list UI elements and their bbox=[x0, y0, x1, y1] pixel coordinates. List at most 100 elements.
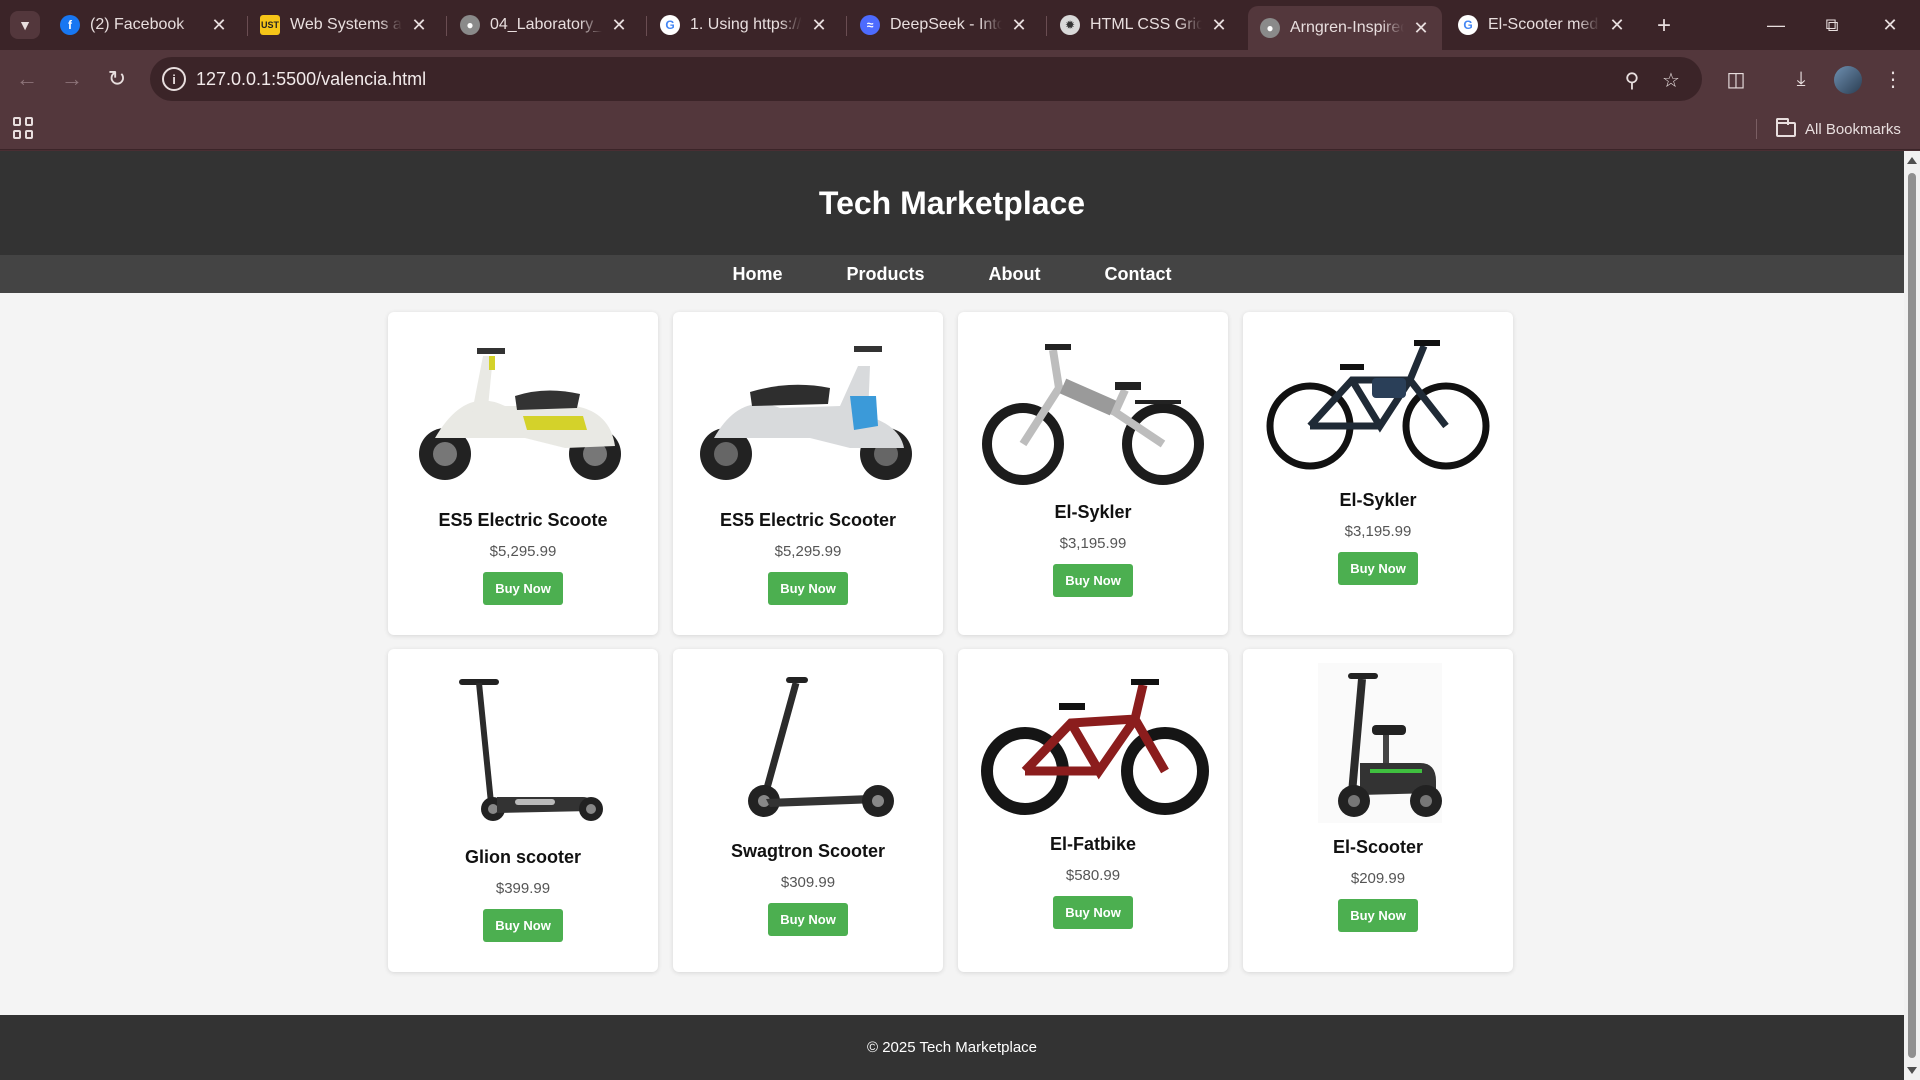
buy-now-button[interactable]: Buy Now bbox=[1338, 899, 1418, 932]
more-menu-icon[interactable]: ⋮ bbox=[1879, 65, 1907, 93]
tab-arngren-active[interactable]: ● Arngren-Inspired Marketplace ✕ bbox=[1248, 6, 1442, 50]
close-icon[interactable]: ✕ bbox=[1208, 14, 1230, 36]
extensions-icon[interactable]: ◫ bbox=[1722, 65, 1750, 93]
site-header: Tech Marketplace bbox=[0, 151, 1904, 255]
tab-title: Arngren-Inspired Marketplace bbox=[1290, 19, 1404, 36]
reload-button[interactable]: ↻ bbox=[102, 64, 132, 94]
nav-link-contact[interactable]: Contact bbox=[1105, 264, 1172, 285]
buy-now-button[interactable]: Buy Now bbox=[768, 572, 848, 605]
product-name: ES5 Electric Scoote bbox=[438, 510, 608, 530]
minimize-icon: — bbox=[1767, 14, 1785, 35]
scroll-up-icon[interactable] bbox=[1907, 157, 1917, 164]
page-viewport: Tech Marketplace Home Products About Con… bbox=[0, 151, 1904, 1080]
product-name: Swagtron Scooter bbox=[730, 841, 886, 861]
product-price: $399.99 bbox=[495, 880, 551, 897]
globe-icon: ● bbox=[1260, 18, 1280, 38]
tab-using-https[interactable]: G 1. Using https://www ✕ bbox=[648, 8, 840, 42]
product-name: El-Sykler bbox=[1339, 490, 1417, 510]
close-icon[interactable]: ✕ bbox=[808, 14, 830, 36]
new-tab-button[interactable]: + bbox=[1650, 12, 1678, 40]
tab-title: (2) Facebook bbox=[90, 16, 185, 33]
footer-text: © 2025 Tech Marketplace bbox=[866, 1039, 1038, 1056]
buy-now-button[interactable]: Buy Now bbox=[1338, 552, 1418, 585]
tab-search-button[interactable]: ▼ bbox=[10, 11, 40, 39]
tab-laboratory[interactable]: ● 04_Laboratory_Exercise ✕ bbox=[448, 8, 640, 42]
site-nav: Home Products About Contact bbox=[0, 255, 1904, 293]
nav-link-products[interactable]: Products bbox=[847, 264, 925, 285]
tab-deepseek[interactable]: ≈ DeepSeek - Into the Unknown ✕ bbox=[848, 8, 1040, 42]
plus-icon: + bbox=[1656, 12, 1671, 39]
product-card: El-Sykler $3,195.99 Buy Now bbox=[1243, 312, 1513, 635]
tab-web-systems[interactable]: UST Web Systems and Technologies ✕ bbox=[248, 8, 440, 42]
close-icon[interactable]: ✕ bbox=[408, 14, 430, 36]
buy-now-button[interactable]: Buy Now bbox=[483, 909, 563, 942]
folder-icon bbox=[1776, 117, 1796, 137]
product-price: $309.99 bbox=[780, 874, 836, 891]
product-price: $5,295.99 bbox=[489, 543, 557, 560]
tab-title: El-Scooter med sete bbox=[1488, 16, 1600, 33]
address-bar[interactable]: i 127.0.0.1:5500/valencia.html ⚲ ☆ bbox=[150, 57, 1702, 101]
apps-grid-icon[interactable] bbox=[13, 117, 35, 139]
seated-scooter-icon bbox=[1260, 663, 1496, 823]
site-title: Tech Marketplace bbox=[818, 184, 1086, 221]
buy-now-button[interactable]: Buy Now bbox=[1053, 896, 1133, 929]
close-icon[interactable]: ✕ bbox=[1606, 14, 1628, 36]
url-text[interactable]: 127.0.0.1:5500/valencia.html bbox=[196, 69, 426, 90]
product-name: El-Fatbike bbox=[1049, 834, 1137, 854]
star-icon[interactable]: ☆ bbox=[1658, 67, 1684, 93]
google-icon: G bbox=[660, 15, 680, 35]
download-icon[interactable]: ⤓ bbox=[1787, 65, 1815, 93]
product-card: ES5 Electric Scoote $5,295.99 Buy Now bbox=[388, 312, 658, 635]
kick-scooter-icon bbox=[405, 663, 641, 833]
product-name: El-Sykler bbox=[1054, 502, 1132, 522]
arrow-right-icon: → bbox=[61, 66, 83, 91]
product-price: $3,195.99 bbox=[1344, 523, 1412, 540]
nav-link-home[interactable]: Home bbox=[732, 264, 782, 285]
buy-now-button[interactable]: Buy Now bbox=[483, 572, 563, 605]
scroll-thumb[interactable] bbox=[1908, 173, 1916, 1058]
kick-scooter-icon bbox=[690, 663, 926, 827]
product-card: Swagtron Scooter $309.99 Buy Now bbox=[673, 649, 943, 972]
tab-el-scooter[interactable]: G El-Scooter med sete ✕ bbox=[1446, 8, 1638, 42]
tab-css-grid[interactable]: ✹ HTML CSS Grid Layout ✕ bbox=[1048, 8, 1240, 42]
buy-now-button[interactable]: Buy Now bbox=[1053, 564, 1133, 597]
restore-button[interactable]: ⧉ bbox=[1812, 10, 1852, 40]
vertical-scrollbar[interactable] bbox=[1904, 151, 1920, 1080]
profile-avatar[interactable] bbox=[1834, 66, 1862, 94]
product-card: Glion scooter $399.99 Buy Now bbox=[388, 649, 658, 972]
product-card: El-Scooter $209.99 Buy Now bbox=[1243, 649, 1513, 972]
product-card: El-Fatbike $580.99 Buy Now bbox=[958, 649, 1228, 972]
product-name: Glion scooter bbox=[464, 847, 581, 867]
back-button[interactable]: ← bbox=[12, 64, 42, 94]
globe-icon: ● bbox=[460, 15, 480, 35]
product-price: $580.99 bbox=[1065, 867, 1121, 884]
close-icon[interactable]: ✕ bbox=[608, 14, 630, 36]
site-footer: © 2025 Tech Marketplace bbox=[0, 1015, 1904, 1080]
site-info-icon[interactable]: i bbox=[162, 67, 186, 91]
zoom-icon[interactable]: ⚲ bbox=[1619, 67, 1645, 93]
tab-title: Web Systems and Technologies bbox=[290, 16, 402, 33]
product-price: $5,295.99 bbox=[774, 543, 842, 560]
mountain-ebike-icon bbox=[1260, 326, 1496, 476]
forward-button[interactable]: → bbox=[57, 64, 87, 94]
facebook-icon: f bbox=[60, 15, 80, 35]
all-bookmarks-button[interactable]: All Bookmarks bbox=[1776, 116, 1901, 142]
bookmarks-bar: All Bookmarks bbox=[0, 108, 1920, 150]
buy-now-button[interactable]: Buy Now bbox=[768, 903, 848, 936]
close-icon: ✕ bbox=[1882, 14, 1898, 35]
close-window-button[interactable]: ✕ bbox=[1870, 10, 1910, 40]
minimize-button[interactable]: — bbox=[1756, 10, 1796, 40]
product-card: ES5 Electric Scooter $5,295.99 Buy Now bbox=[673, 312, 943, 635]
scroll-down-icon[interactable] bbox=[1907, 1067, 1917, 1074]
close-icon[interactable]: ✕ bbox=[1410, 17, 1432, 39]
close-icon[interactable]: ✕ bbox=[1008, 14, 1030, 36]
ust-icon: UST bbox=[260, 15, 280, 35]
tab-title: DeepSeek - Into the Unknown bbox=[890, 16, 1002, 33]
all-bookmarks-label: All Bookmarks bbox=[1805, 120, 1901, 138]
folding-ebike-icon bbox=[975, 326, 1211, 488]
product-grid: ES5 Electric Scoote $5,295.99 Buy Now ES… bbox=[388, 312, 1514, 972]
reload-icon: ↻ bbox=[107, 66, 127, 91]
nav-link-about[interactable]: About bbox=[989, 264, 1041, 285]
tab-facebook[interactable]: f (2) Facebook ✕ bbox=[48, 8, 240, 42]
close-icon[interactable]: ✕ bbox=[208, 14, 230, 36]
